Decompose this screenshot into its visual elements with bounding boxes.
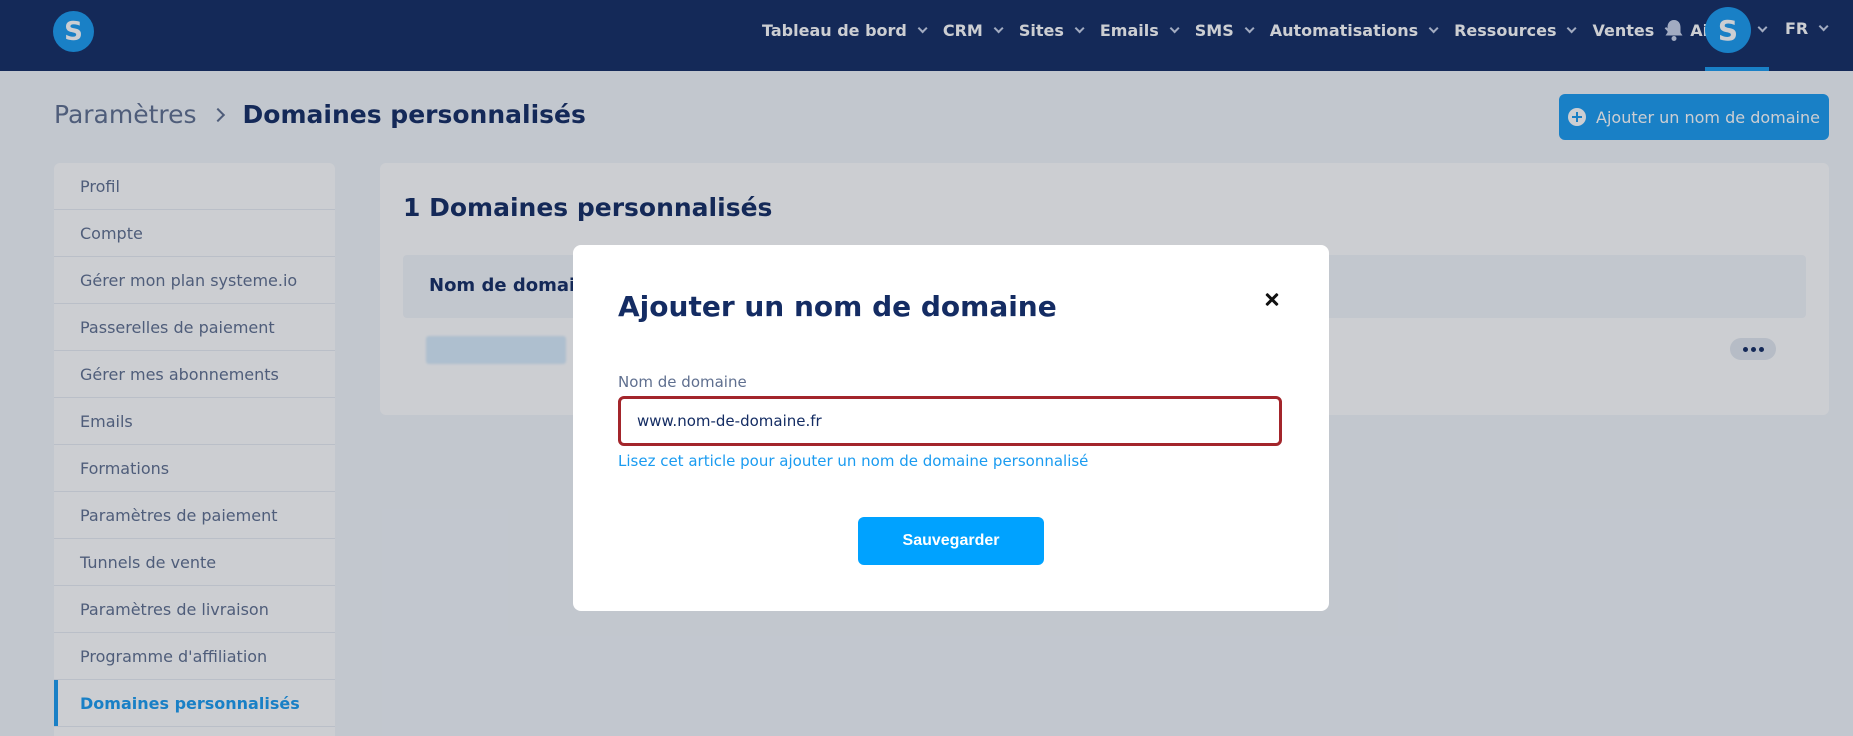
- close-icon[interactable]: [1261, 288, 1283, 310]
- modal-title: Ajouter un nom de domaine: [618, 290, 1057, 323]
- save-button[interactable]: Sauvegarder: [858, 517, 1044, 565]
- domain-field-label: Nom de domaine: [618, 373, 747, 391]
- domain-name-input[interactable]: [618, 396, 1282, 446]
- help-article-link[interactable]: Lisez cet article pour ajouter un nom de…: [618, 452, 1088, 470]
- add-domain-modal: Ajouter un nom de domaine Nom de domaine…: [573, 245, 1329, 611]
